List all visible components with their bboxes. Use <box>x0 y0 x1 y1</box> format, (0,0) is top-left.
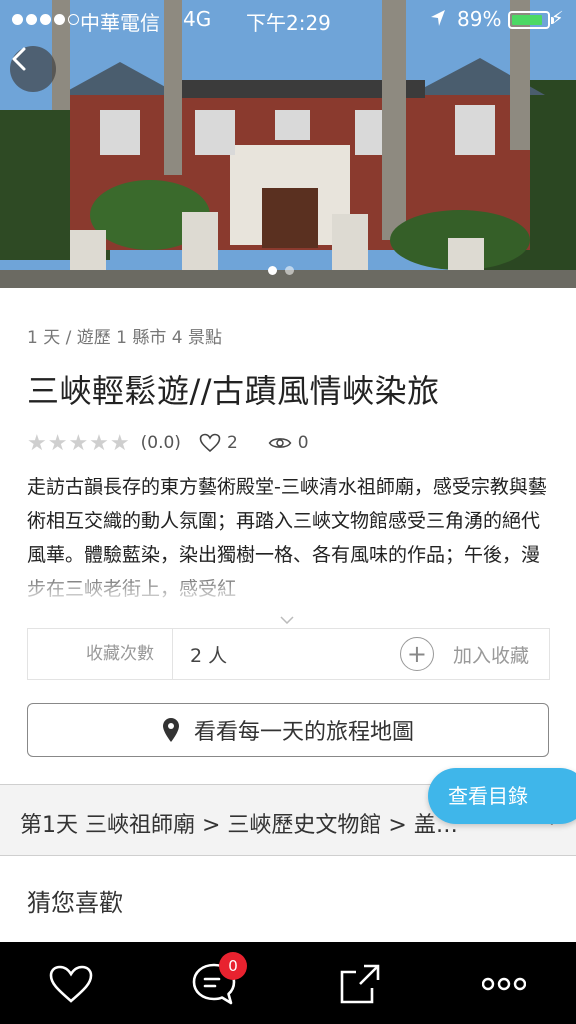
plus-circle-icon: + <box>399 637 434 671</box>
heart-icon <box>49 965 93 1003</box>
pager-dot[interactable] <box>268 266 277 275</box>
eye-icon <box>268 438 292 448</box>
share-icon <box>340 964 380 1004</box>
likes-count: 2 <box>226 433 238 453</box>
view-catalog-button[interactable]: 查看目錄 <box>428 768 576 824</box>
star-rating-icon: ★★★★★ <box>27 430 131 456</box>
share-button[interactable] <box>336 960 384 1008</box>
charging-icon: ⚡ <box>551 8 564 29</box>
heart-icon <box>199 433 221 453</box>
rating-row: ★★★★★ (0.0) 2 0 <box>27 430 309 456</box>
more-button[interactable] <box>480 960 528 1008</box>
hero-image[interactable]: 中華電信 4G 下午2:29 89% ⚡ <box>0 0 576 288</box>
battery-fill <box>512 15 543 25</box>
carrier-label: 中華電信 <box>80 11 160 35</box>
add-to-collection-label: 加入收藏 <box>452 644 529 667</box>
daily-map-label: 看看每一天的旅程地圖 <box>193 720 414 745</box>
back-button[interactable] <box>10 46 56 92</box>
pager-dot[interactable] <box>285 266 294 275</box>
status-time: 下午2:29 <box>246 11 331 35</box>
battery-percent: 89% <box>457 7 502 31</box>
rating-score: (0.0) <box>140 433 181 453</box>
more-dots-icon <box>482 977 526 991</box>
image-pager[interactable] <box>268 266 294 275</box>
comment-count-badge: 0 <box>219 952 247 980</box>
collect-count-label: 收藏次數 <box>28 629 173 679</box>
likes[interactable]: 2 <box>199 433 238 453</box>
views-count: 0 <box>297 433 309 453</box>
status-bar: 中華電信 4G 下午2:29 89% ⚡ <box>0 0 576 40</box>
add-to-collection-button[interactable]: + 加入收藏 <box>399 637 529 671</box>
daily-map-button[interactable]: 看看每一天的旅程地圖 <box>27 703 549 757</box>
hero-photo <box>0 0 576 288</box>
day-route: 第1天 三峽祖師廟 > 三峽歷史文物館 > 盖… <box>20 813 458 838</box>
views: 0 <box>268 433 309 453</box>
battery-icon <box>508 11 554 29</box>
trip-meta: 1 天 / 遊歷 1 縣市 4 景點 <box>27 328 223 348</box>
map-pin-icon <box>162 718 179 742</box>
trip-title: 三峽輕鬆遊//古蹟風情峽染旅 <box>27 372 440 410</box>
collect-row: 收藏次數 2 人 + 加入收藏 <box>27 628 550 680</box>
expand-description-icon[interactable] <box>280 616 294 624</box>
recommend-title: 猜您喜歡 <box>27 889 123 917</box>
network-type: 4G <box>183 7 212 31</box>
description-fade <box>0 560 576 608</box>
chevron-left-icon <box>12 47 26 71</box>
bottom-toolbar <box>0 942 576 1024</box>
collect-count: 2 人 <box>190 644 228 667</box>
signal-strength-icon <box>12 14 79 25</box>
favorite-button[interactable] <box>47 960 95 1008</box>
